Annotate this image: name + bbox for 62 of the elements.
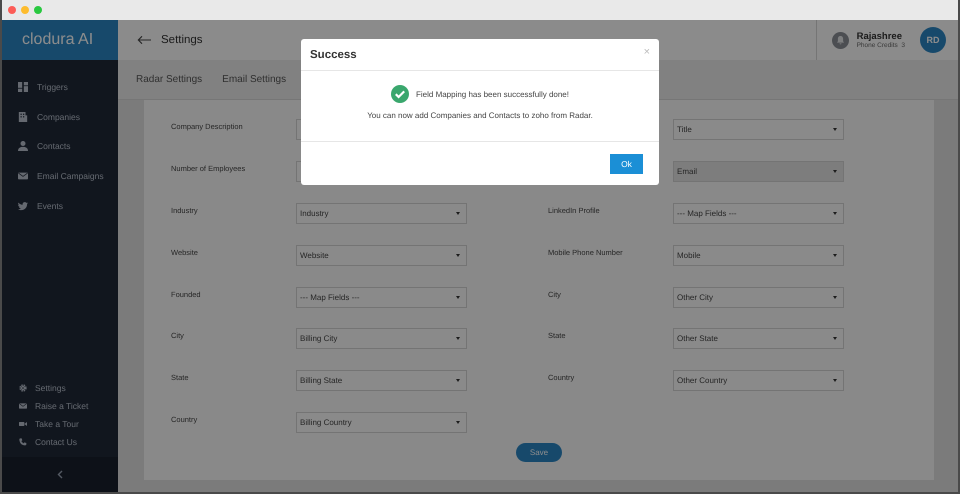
sidebar-link[interactable]: Take a Tour — [2, 415, 118, 433]
sidebar-link[interactable]: Contact Us — [2, 433, 118, 451]
building-icon — [18, 112, 28, 122]
select-field[interactable]: Billing City — [296, 328, 467, 350]
caret-icon — [833, 254, 837, 257]
ok-button[interactable]: Ok — [610, 154, 643, 174]
nav-item[interactable]: Contacts — [2, 132, 118, 162]
caret-icon — [833, 212, 837, 215]
caret-icon — [833, 379, 837, 382]
chevron-left-icon — [57, 470, 63, 479]
check-circle-icon — [391, 85, 409, 103]
settings-tab[interactable]: Email Settings — [222, 74, 286, 85]
bell-icon[interactable] — [832, 32, 849, 48]
caret-icon — [456, 420, 460, 424]
envelope-icon — [19, 402, 27, 410]
close-button[interactable]: × — [644, 46, 650, 58]
select-field[interactable]: Industry — [296, 202, 467, 224]
select-field[interactable]: --- Map Fields --- — [673, 202, 844, 224]
select-field[interactable]: --- Map Fields --- — [296, 286, 467, 308]
bird-icon — [18, 201, 28, 212]
person-icon — [18, 141, 28, 152]
save-button[interactable]: Save — [516, 443, 562, 462]
caret-icon — [456, 254, 460, 257]
sidebar-link[interactable]: Raise a Ticket — [2, 397, 118, 415]
select-field[interactable]: Other City — [673, 286, 844, 308]
phone-icon — [19, 438, 27, 446]
user-name: Rajashree — [856, 31, 903, 42]
back-arrow-icon[interactable] — [137, 35, 152, 45]
select-field[interactable]: Other State — [673, 328, 844, 350]
minimize-window-icon[interactable] — [21, 6, 29, 14]
success-message: Field Mapping has been successfully done! — [416, 90, 569, 98]
caret-icon — [456, 379, 460, 382]
caret-icon — [456, 212, 460, 215]
nav-item[interactable]: Events — [2, 191, 118, 221]
success-detail: You can now add Companies and Contacts to zoho from Radar. — [367, 111, 593, 120]
dialog-title: Success — [310, 48, 357, 60]
gear-icon — [19, 384, 27, 392]
nav-item[interactable]: Companies — [2, 102, 118, 132]
select-field[interactable]: Other Country — [673, 370, 844, 392]
caret-icon — [456, 337, 460, 340]
caret-icon — [833, 337, 837, 340]
select-field[interactable]: Website — [296, 244, 467, 266]
user-avatar[interactable]: RD — [920, 27, 946, 53]
zoom-window-icon[interactable] — [34, 6, 42, 14]
select-field[interactable]: Mobile — [673, 244, 844, 266]
caret-icon — [833, 170, 837, 174]
grid-icon — [18, 82, 28, 92]
select-field[interactable]: Title — [673, 119, 844, 140]
select-field[interactable]: Billing Country — [296, 412, 467, 433]
logo: clodura AI — [2, 20, 118, 60]
caret-icon — [833, 296, 837, 299]
nav-item[interactable]: Triggers — [2, 72, 118, 102]
close-window-icon[interactable] — [8, 6, 16, 14]
sidebar-link[interactable]: Settings — [2, 379, 118, 397]
page-title: Settings — [161, 34, 203, 46]
nav-item[interactable]: Email Campaigns — [2, 161, 118, 192]
settings-tab[interactable]: Radar Settings — [136, 74, 202, 85]
caret-icon — [456, 296, 460, 299]
video-camera-icon — [19, 420, 27, 428]
envelope-icon — [18, 171, 28, 182]
caret-icon — [833, 128, 837, 132]
select-field[interactable]: Billing State — [296, 370, 467, 392]
